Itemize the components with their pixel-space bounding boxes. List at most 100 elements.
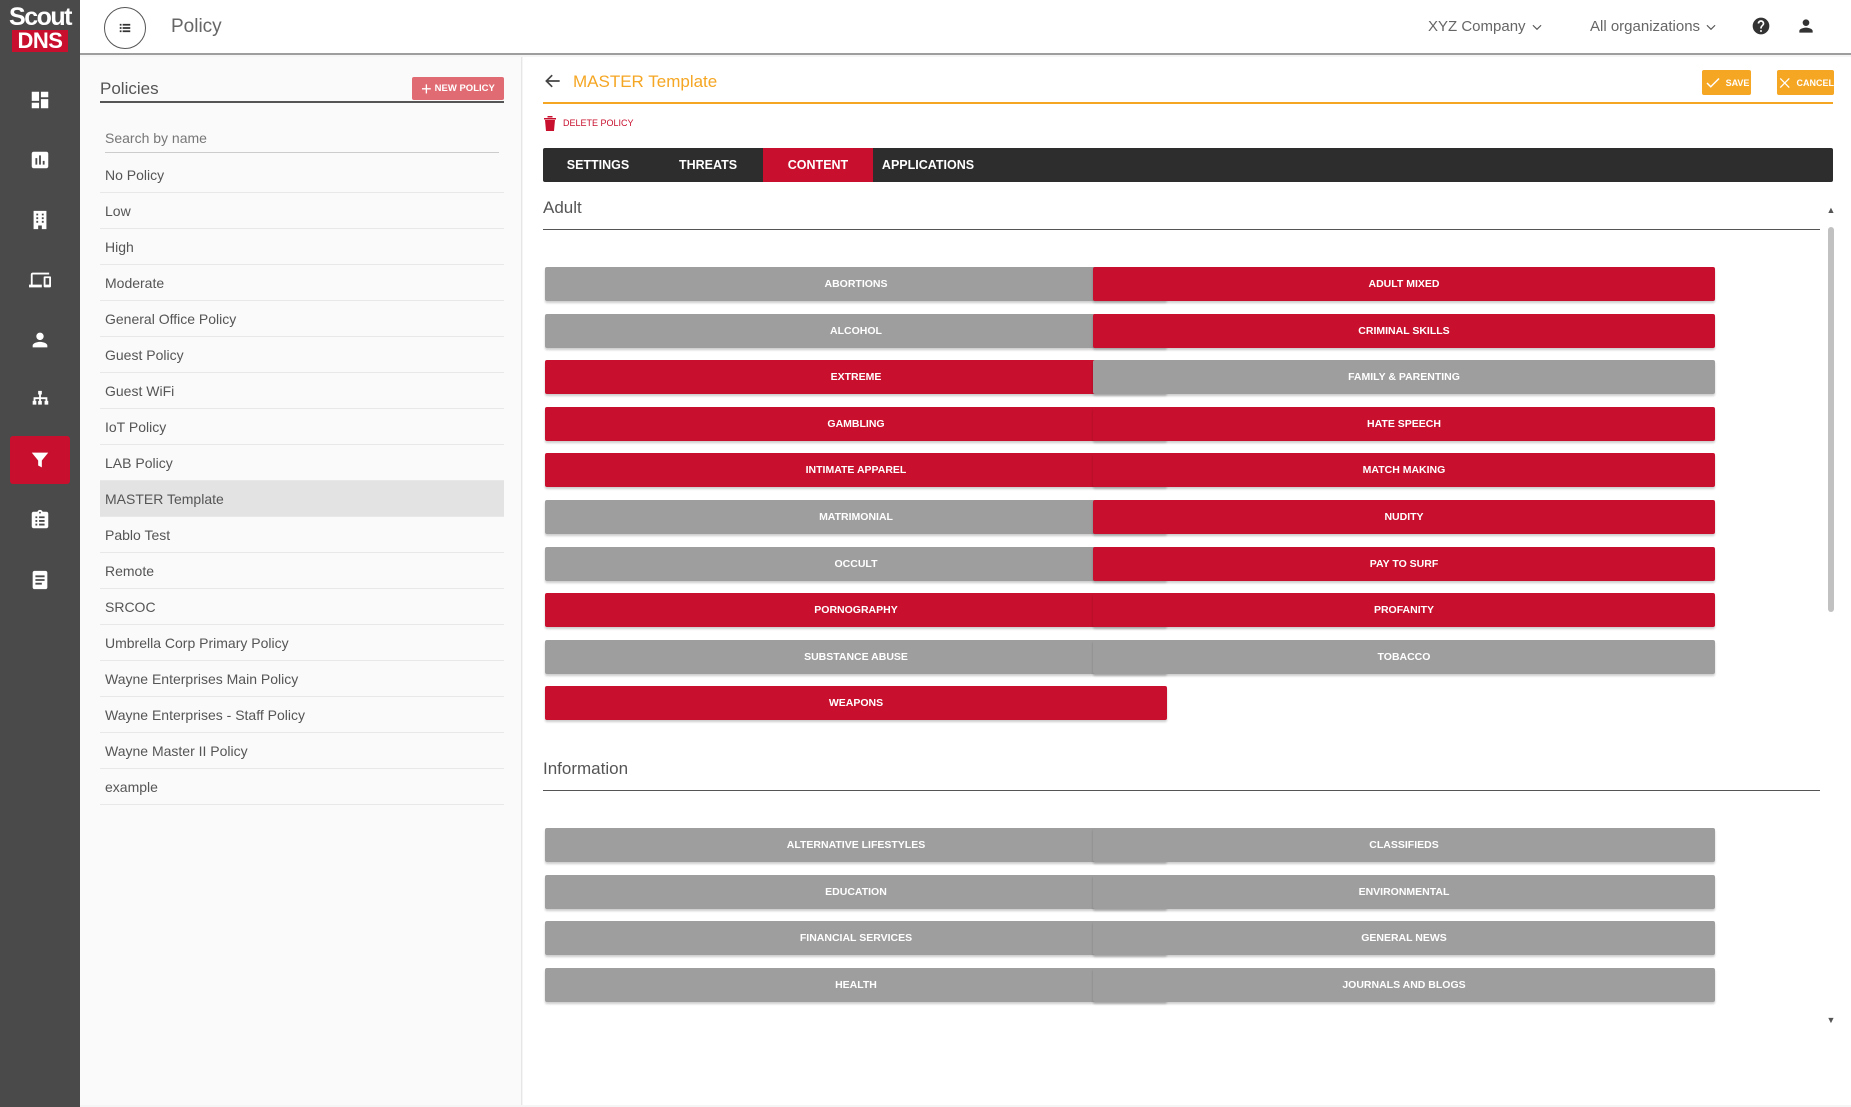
category-toggle[interactable]: INTIMATE APPAREL bbox=[545, 453, 1167, 488]
scroll-down-icon[interactable]: ▼ bbox=[1826, 1015, 1836, 1025]
tab-content[interactable]: CONTENT bbox=[763, 148, 873, 182]
editor-tabs: SETTINGS THREATS CONTENT APPLICATIONS bbox=[543, 148, 1833, 182]
policy-list-item[interactable]: IoT Policy bbox=[100, 409, 504, 445]
scroll-up-icon[interactable]: ▲ bbox=[1826, 205, 1836, 215]
category-toggle[interactable]: TOBACCO bbox=[1093, 639, 1715, 674]
cancel-label: CANCEL bbox=[1796, 77, 1835, 88]
category-toggle[interactable]: OCCULT bbox=[545, 546, 1167, 581]
category-toggle[interactable]: JOURNALS AND BLOGS bbox=[1093, 967, 1715, 1002]
nav-logs[interactable] bbox=[10, 496, 70, 544]
save-button[interactable]: SAVE bbox=[1702, 70, 1751, 95]
category-toggle[interactable]: CRIMINAL SKILLS bbox=[1093, 313, 1715, 348]
nav-reports[interactable] bbox=[10, 136, 70, 184]
organizations-dropdown[interactable]: All organizations bbox=[1590, 18, 1718, 35]
category-toggle[interactable]: MATRIMONIAL bbox=[545, 500, 1167, 534]
category-toggle[interactable]: MATCH MAKING bbox=[1093, 453, 1715, 488]
policies-header: Policies + NEW POLICY bbox=[100, 65, 504, 103]
scroll-thumb[interactable] bbox=[1828, 227, 1834, 612]
account-button[interactable] bbox=[1794, 14, 1818, 38]
category-toggle[interactable]: EDUCATION bbox=[545, 874, 1167, 909]
person-icon bbox=[32, 332, 48, 348]
category-toggle[interactable]: PROFANITY bbox=[1093, 593, 1715, 628]
category-toggle[interactable]: HATE SPEECH bbox=[1093, 406, 1715, 441]
check-icon bbox=[1706, 77, 1720, 88]
editor-header: MASTER Template SAVE CANCEL bbox=[543, 57, 1834, 104]
category-toggle[interactable]: ALCOHOL bbox=[545, 313, 1167, 348]
cancel-button[interactable]: CANCEL bbox=[1777, 70, 1834, 95]
content-scrollbar[interactable]: ▲ ▼ bbox=[1826, 205, 1836, 1025]
filter-icon bbox=[31, 452, 49, 468]
policy-list-item[interactable]: General Office Policy bbox=[100, 301, 504, 337]
logo-line1: Scout bbox=[9, 3, 72, 31]
nav-dashboard[interactable] bbox=[10, 76, 70, 124]
nav-docs[interactable] bbox=[10, 556, 70, 604]
nav-policy[interactable] bbox=[10, 436, 70, 484]
category-toggle[interactable]: GAMBLING bbox=[545, 406, 1167, 441]
policy-list-item[interactable]: SRCOC bbox=[100, 589, 504, 625]
nav-network[interactable] bbox=[10, 376, 70, 424]
category-toggle[interactable]: ADULT MIXED bbox=[1093, 267, 1715, 301]
trash-icon bbox=[544, 116, 556, 131]
menu-button[interactable] bbox=[104, 7, 146, 49]
back-button[interactable] bbox=[543, 71, 563, 91]
devices-icon bbox=[29, 272, 51, 288]
tab-threats[interactable]: THREATS bbox=[653, 148, 763, 182]
policy-list-item[interactable]: example bbox=[100, 769, 504, 805]
category-toggle[interactable]: EXTREME bbox=[545, 360, 1167, 395]
search-input[interactable] bbox=[105, 123, 499, 153]
category-toggle[interactable]: HEALTH bbox=[545, 967, 1167, 1002]
content-categories: Adult ABORTIONS ADULT MIXED ALCOHOL CRIMINAL… bbox=[543, 192, 1833, 1105]
category-toggle[interactable]: ABORTIONS bbox=[545, 267, 1167, 301]
chevron-down-icon bbox=[1532, 24, 1542, 30]
logo-line2: DNS bbox=[11, 30, 69, 52]
nav-users[interactable] bbox=[10, 316, 70, 364]
category-toggle[interactable]: PAY TO SURF bbox=[1093, 546, 1715, 581]
category-toggle[interactable]: FINANCIAL SERVICES bbox=[545, 921, 1167, 956]
scoutdns-logo: Scout DNS bbox=[0, 0, 80, 56]
company-dropdown[interactable]: XYZ Company bbox=[1428, 18, 1544, 35]
clipboard-icon bbox=[31, 509, 49, 529]
help-button[interactable] bbox=[1749, 14, 1773, 38]
category-toggle[interactable]: WEAPONS bbox=[545, 686, 1167, 721]
policy-list-item[interactable]: Moderate bbox=[100, 265, 504, 301]
policy-list-item[interactable]: No Policy bbox=[100, 157, 504, 193]
policy-list-item[interactable]: LAB Policy bbox=[100, 445, 504, 481]
category-toggle[interactable]: NUDITY bbox=[1093, 500, 1715, 534]
policy-list-item[interactable]: Guest Policy bbox=[100, 337, 504, 373]
sitemap-icon bbox=[32, 390, 49, 405]
chevron-down-icon bbox=[1706, 24, 1716, 30]
company-label: XYZ Company bbox=[1428, 18, 1526, 35]
nav-devices[interactable] bbox=[10, 256, 70, 304]
policy-list-item[interactable]: Wayne Enterprises Main Policy bbox=[100, 661, 504, 697]
tab-settings[interactable]: SETTINGS bbox=[543, 148, 653, 182]
policy-list-item[interactable]: Wayne Enterprises - Staff Policy bbox=[100, 697, 504, 733]
plus-icon: + bbox=[421, 78, 432, 99]
dashboard-icon bbox=[31, 91, 49, 109]
policy-list-item[interactable]: Umbrella Corp Primary Policy bbox=[100, 625, 504, 661]
section-title: Information bbox=[543, 753, 1820, 791]
delete-policy-button[interactable]: DELETE POLICY bbox=[543, 115, 634, 131]
policy-list-item[interactable]: Guest WiFi bbox=[100, 373, 504, 409]
category-toggle[interactable]: FAMILY & PARENTING bbox=[1093, 360, 1715, 395]
policy-list-item[interactable]: High bbox=[100, 229, 504, 265]
category-toggle[interactable]: CLASSIFIEDS bbox=[1093, 828, 1715, 862]
new-policy-label: NEW POLICY bbox=[434, 83, 495, 94]
policy-list-item[interactable]: Pablo Test bbox=[100, 517, 504, 553]
policy-list-item[interactable]: Low bbox=[100, 193, 504, 229]
category-toggle[interactable]: ALTERNATIVE LIFESTYLES bbox=[545, 828, 1167, 862]
category-toggle[interactable]: PORNOGRAPHY bbox=[545, 593, 1167, 628]
section-title: Adult bbox=[543, 192, 1820, 230]
book-icon bbox=[32, 570, 48, 590]
policy-name: MASTER Template bbox=[573, 72, 718, 91]
policy-list: No Policy Low High Moderate General Office P… bbox=[100, 157, 504, 805]
category-toggle[interactable]: GENERAL NEWS bbox=[1093, 921, 1715, 956]
new-policy-button[interactable]: + NEW POLICY bbox=[412, 77, 504, 100]
policy-list-item[interactable]: Remote bbox=[100, 553, 504, 589]
policy-list-item[interactable]: MASTER Template bbox=[100, 481, 504, 517]
category-toggle[interactable]: SUBSTANCE ABUSE bbox=[545, 639, 1167, 674]
nav-organizations[interactable] bbox=[10, 196, 70, 244]
policy-list-item[interactable]: Wayne Master II Policy bbox=[100, 733, 504, 769]
save-label: SAVE bbox=[1725, 77, 1750, 88]
category-toggle[interactable]: ENVIRONMENTAL bbox=[1093, 874, 1715, 909]
tab-applications[interactable]: APPLICATIONS bbox=[873, 148, 983, 182]
